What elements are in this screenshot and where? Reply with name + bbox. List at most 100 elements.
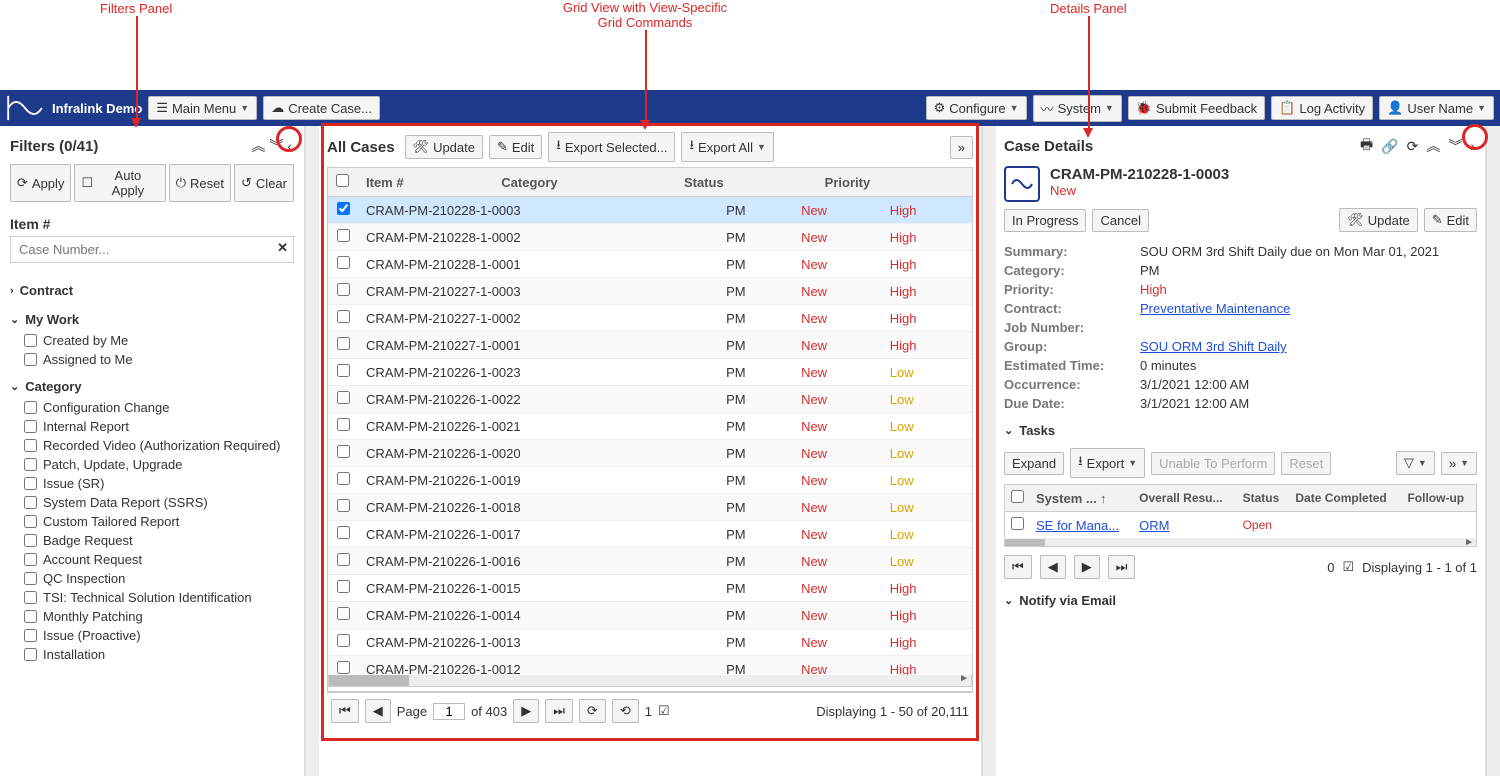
- filter-checkbox-item[interactable]: QC Inspection: [10, 569, 294, 588]
- row-checkbox[interactable]: [337, 202, 350, 215]
- details-update-button[interactable]: 🛠Update: [1339, 208, 1417, 232]
- table-row[interactable]: CRAM-PM-210226-1-0015PMNewHigh: [328, 575, 972, 602]
- refresh-icon[interactable]: ⟳: [1405, 136, 1421, 157]
- row-checkbox[interactable]: [337, 472, 350, 485]
- filter-checkbox-item[interactable]: Custom Tailored Report: [10, 512, 294, 531]
- checkbox[interactable]: [24, 353, 37, 366]
- clear-input-icon[interactable]: ✕: [277, 240, 288, 256]
- group-link[interactable]: SOU ORM 3rd Shift Daily: [1140, 339, 1477, 354]
- in-progress-button[interactable]: In Progress: [1004, 209, 1086, 232]
- filter-checkbox-item[interactable]: Monthly Patching: [10, 607, 294, 626]
- table-row[interactable]: CRAM-PM-210226-1-0022PMNewLow: [328, 386, 972, 413]
- edit-button[interactable]: ✎Edit: [489, 135, 542, 159]
- tasks-last-button[interactable]: ⏭: [1108, 555, 1136, 579]
- expand-all-icon[interactable]: ︾: [267, 134, 285, 158]
- system-button[interactable]: 〰 System▼: [1033, 95, 1122, 122]
- create-case-button[interactable]: ☁ Create Case...: [263, 96, 380, 120]
- grid-h-scrollbar[interactable]: ◄►: [328, 675, 972, 687]
- checkbox[interactable]: [24, 420, 37, 433]
- row-checkbox[interactable]: [337, 553, 350, 566]
- row-checkbox[interactable]: [337, 445, 350, 458]
- task-checkbox[interactable]: [1011, 517, 1024, 530]
- table-row[interactable]: CRAM-PM-210228-1-0003PMNewHigh: [328, 197, 972, 224]
- details-scrollbar[interactable]: [1486, 126, 1500, 776]
- filter-checkbox-item[interactable]: Badge Request: [10, 531, 294, 550]
- checkbox[interactable]: [24, 553, 37, 566]
- tasks-first-button[interactable]: ⏮: [1004, 555, 1032, 579]
- checkbox[interactable]: [24, 496, 37, 509]
- table-row[interactable]: CRAM-PM-210226-1-0018PMNewLow: [328, 494, 972, 521]
- grid-body[interactable]: CRAM-PM-210228-1-0003PMNewHigh CRAM-PM-21…: [328, 197, 972, 675]
- tcol-overall[interactable]: Overall Resu...: [1133, 485, 1236, 512]
- tcol-follow[interactable]: Follow-up: [1401, 485, 1476, 512]
- overflow-button[interactable]: »: [950, 136, 973, 159]
- page-input[interactable]: [433, 703, 465, 720]
- first-page-button[interactable]: ⏮: [331, 699, 359, 723]
- tasks-select-all[interactable]: [1011, 490, 1024, 503]
- link-icon[interactable]: 🔗: [1379, 136, 1400, 157]
- row-checkbox[interactable]: [337, 499, 350, 512]
- row-checkbox[interactable]: [337, 364, 350, 377]
- checkbox[interactable]: [24, 439, 37, 452]
- row-checkbox[interactable]: [337, 391, 350, 404]
- user-menu-button[interactable]: 👤 User Name▼: [1379, 96, 1494, 120]
- export-selected-button[interactable]: ⭳Export Selected...: [548, 132, 675, 162]
- details-edit-button[interactable]: ✎Edit: [1424, 208, 1477, 232]
- tasks-export-button[interactable]: ⭳Export▼: [1070, 448, 1145, 478]
- row-checkbox[interactable]: [337, 283, 350, 296]
- table-row[interactable]: CRAM-PM-210226-1-0014PMNewHigh: [328, 602, 972, 629]
- checkbox[interactable]: [24, 401, 37, 414]
- collapse-all-icon[interactable]: ︽: [249, 134, 267, 158]
- table-row[interactable]: CRAM-PM-210226-1-0021PMNewLow: [328, 413, 972, 440]
- configure-button[interactable]: ⚙ Configure▼: [926, 96, 1027, 120]
- apply-button[interactable]: ⟳Apply: [10, 164, 71, 202]
- checkbox[interactable]: [24, 334, 37, 347]
- last-page-button[interactable]: ⏭: [545, 699, 573, 723]
- tcol-date[interactable]: Date Completed: [1289, 485, 1401, 512]
- next-page-button[interactable]: ▶: [513, 699, 539, 723]
- collapse-panel-right-icon[interactable]: ›: [1468, 136, 1477, 156]
- tasks-next-button[interactable]: ▶: [1074, 555, 1100, 579]
- col-status[interactable]: Status: [676, 168, 817, 197]
- table-row[interactable]: CRAM-PM-210226-1-0020PMNewLow: [328, 440, 972, 467]
- filter-checkbox-item[interactable]: Created by Me: [10, 331, 294, 350]
- checkbox[interactable]: [24, 572, 37, 585]
- filter-checkbox-item[interactable]: TSI: Technical Solution Identification: [10, 588, 294, 607]
- cancel-button[interactable]: Cancel: [1092, 209, 1148, 232]
- filter-checkbox-item[interactable]: Issue (SR): [10, 474, 294, 493]
- col-item[interactable]: Item #: [358, 168, 493, 197]
- auto-apply-button[interactable]: ☐Auto Apply: [74, 164, 165, 202]
- checkbox[interactable]: [24, 515, 37, 528]
- table-row[interactable]: CRAM-PM-210226-1-0016PMNewLow: [328, 548, 972, 575]
- tasks-expand-button[interactable]: Expand: [1004, 452, 1064, 475]
- filter-checkbox-item[interactable]: Recorded Video (Authorization Required): [10, 436, 294, 455]
- main-menu-button[interactable]: ☰ Main Menu▼: [148, 96, 257, 120]
- col-priority[interactable]: Priority: [817, 168, 972, 197]
- filter-checkbox-item[interactable]: Configuration Change: [10, 398, 294, 417]
- my-work-section-head[interactable]: ⌄ My Work: [10, 312, 294, 327]
- filter-checkbox-item[interactable]: Account Request: [10, 550, 294, 569]
- table-row[interactable]: CRAM-PM-210227-1-0001PMNewHigh: [328, 332, 972, 359]
- checkbox[interactable]: [24, 629, 37, 642]
- table-row[interactable]: CRAM-PM-210226-1-0019PMNewLow: [328, 467, 972, 494]
- table-row[interactable]: CRAM-PM-210226-1-0013PMNewHigh: [328, 629, 972, 656]
- filter-checkbox-item[interactable]: Assigned to Me: [10, 350, 294, 369]
- table-row[interactable]: CRAM-PM-210226-1-0017PMNewLow: [328, 521, 972, 548]
- collapse-all-icon[interactable]: ︽: [1424, 134, 1442, 158]
- checkbox[interactable]: [24, 458, 37, 471]
- notify-section-head[interactable]: ⌄ Notify via Email: [1004, 593, 1477, 608]
- refresh2-grid-button[interactable]: ⟲: [612, 699, 639, 723]
- filters-scrollbar[interactable]: [305, 126, 319, 776]
- tasks-overflow-button[interactable]: » ▼: [1441, 452, 1477, 475]
- checkbox[interactable]: [24, 591, 37, 604]
- row-checkbox[interactable]: [337, 580, 350, 593]
- tasks-prev-button[interactable]: ◀: [1040, 555, 1066, 579]
- table-row[interactable]: CRAM-PM-210227-1-0003PMNewHigh: [328, 278, 972, 305]
- log-activity-button[interactable]: 📋 Log Activity: [1271, 96, 1373, 120]
- row-checkbox[interactable]: [337, 256, 350, 269]
- row-checkbox[interactable]: [337, 310, 350, 323]
- table-row[interactable]: CRAM-PM-210226-1-0012PMNewHigh: [328, 656, 972, 676]
- row-checkbox[interactable]: [337, 229, 350, 242]
- submit-feedback-button[interactable]: 🐞 Submit Feedback: [1128, 96, 1265, 120]
- col-category[interactable]: Category: [493, 168, 676, 197]
